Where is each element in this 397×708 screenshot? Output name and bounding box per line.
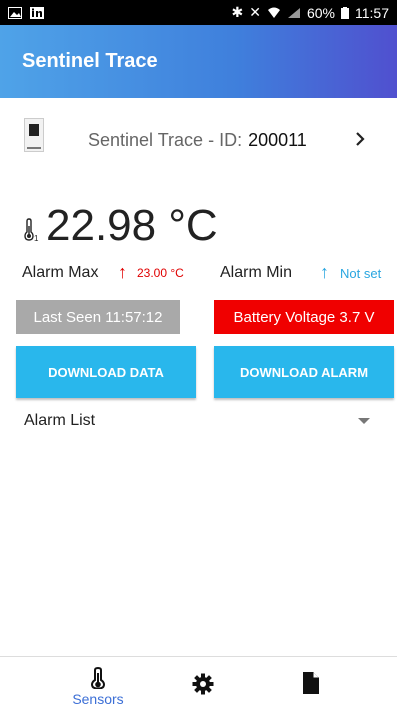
thermometer-icon <box>91 667 105 689</box>
document-icon[interactable] <box>302 671 320 695</box>
battery-percent: 60% <box>306 4 335 21</box>
gallery-icon <box>8 6 22 19</box>
signal-icon <box>287 7 300 18</box>
bottom-nav: Sensors <box>0 657 397 708</box>
alarm-min-value: Not set <box>340 266 382 281</box>
nav-sensors[interactable]: Sensors <box>66 667 130 707</box>
chevron-right-icon[interactable] <box>355 130 365 151</box>
temperature-value: 22.98 °C <box>46 201 218 250</box>
arrow-up-icon: ↑ <box>118 262 127 282</box>
linkedin-icon <box>30 6 44 19</box>
gear-icon[interactable] <box>192 673 214 695</box>
alarm-max-label: Alarm Max <box>22 264 99 281</box>
status-right-icons: ✱ ✕ 60% 11:57 <box>232 4 390 21</box>
thermometer-icon: 1 <box>24 218 39 242</box>
battery-voltage-badge: Battery Voltage 3.7 V <box>214 300 394 334</box>
device-row[interactable]: Sentinel Trace - ID: 200011 <box>0 110 397 170</box>
svg-text:1: 1 <box>34 234 39 242</box>
dropdown-arrow-icon[interactable] <box>358 410 374 434</box>
wifi-icon <box>267 7 280 18</box>
alarm-list-label[interactable]: Alarm List <box>24 412 374 436</box>
status-time: 11:57 <box>355 4 389 21</box>
device-label: Sentinel Trace - ID: <box>88 130 243 150</box>
app-bar: Sentinel Trace <box>0 25 397 98</box>
temperature-row: 1 22.98 °C <box>22 188 218 248</box>
device-label-group: Sentinel Trace - ID: 200011 <box>88 130 307 151</box>
download-data-button[interactable]: DOWNLOAD DATA <box>16 346 196 398</box>
app-title: Sentinel Trace <box>22 50 158 72</box>
bluetooth-icon: ✱ <box>231 4 244 20</box>
status-left-icons <box>8 6 44 19</box>
last-seen-badge: Last Seen 11:57:12 <box>16 300 180 334</box>
alarm-row: Alarm Max ↑ 23.00 °C Alarm Min ↑ Not set <box>22 262 397 286</box>
device-id: 200011 <box>248 130 307 150</box>
alarm-max-value: 23.00 °C <box>137 266 184 280</box>
arrow-up-icon: ↑ <box>320 262 329 282</box>
nav-sensors-label: Sensors <box>72 691 124 707</box>
alarm-min-label: Alarm Min <box>220 264 293 281</box>
mute-icon: ✕ <box>249 4 261 20</box>
battery-icon <box>341 6 349 19</box>
device-icon <box>24 118 44 152</box>
download-alarm-button[interactable]: DOWNLOAD ALARM <box>214 346 394 398</box>
status-bar: ✱ ✕ 60% 11:57 <box>0 0 397 25</box>
